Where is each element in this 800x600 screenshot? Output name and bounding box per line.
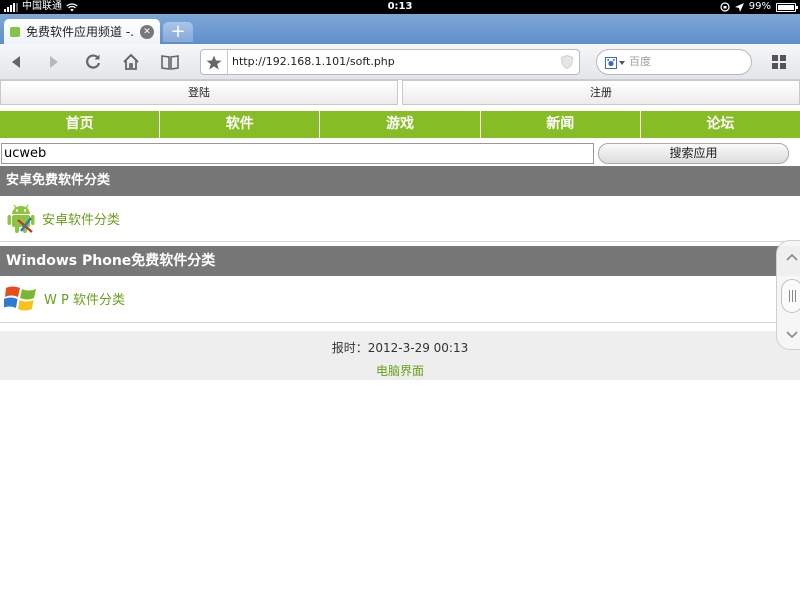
scroll-down-button[interactable]	[782, 325, 800, 345]
favicon-icon	[10, 26, 20, 37]
tab-bar: 免费软件应用频道 -... ✕ +	[0, 14, 800, 44]
app-search-row: ucweb 搜索应用	[0, 142, 800, 166]
android-icon	[7, 204, 35, 233]
chevron-down-icon	[786, 331, 798, 339]
url-text: http://192.168.1.101/soft.php	[232, 55, 395, 68]
page-footer: 报时：2012-3-29 00:13 电脑界面	[0, 331, 800, 380]
wp-section-header: Windows Phone免费软件分类	[0, 246, 800, 276]
search-apps-button[interactable]: 搜索应用	[598, 143, 789, 164]
browser-toolbar: http://192.168.1.101/soft.php 百度	[0, 44, 800, 80]
address-bar[interactable]: http://192.168.1.101/soft.php	[200, 49, 580, 75]
register-button[interactable]: 注册	[402, 80, 800, 105]
report-time: 报时：2012-3-29 00:13	[331, 341, 469, 355]
desktop-view-link[interactable]: 电脑界面	[0, 362, 800, 379]
bookmarks-button[interactable]	[158, 50, 182, 74]
star-icon	[206, 55, 222, 69]
tab-title: 免费软件应用频道 -...	[26, 25, 134, 39]
rotation-lock-icon	[720, 2, 730, 12]
home-icon	[123, 53, 139, 70]
bookmark-star-button[interactable]	[201, 50, 228, 74]
battery-percent: 99%	[748, 1, 771, 12]
battery-icon	[776, 2, 798, 12]
refresh-icon	[86, 54, 101, 69]
login-button[interactable]: 登陆	[0, 80, 398, 105]
status-bar: 中国联通 0:13 99%	[0, 0, 800, 14]
android-section: 安卓软件分类	[0, 196, 800, 242]
nav-home[interactable]: 首页	[0, 111, 161, 138]
browser-tab[interactable]: 免费软件应用频道 -... ✕	[4, 19, 160, 44]
nav-games[interactable]: 游戏	[320, 111, 481, 138]
main-nav: 首页 软件 游戏 新闻 论坛	[0, 111, 800, 138]
forward-icon	[50, 56, 58, 68]
scroll-handle[interactable]	[781, 279, 800, 313]
page-scroll-widget	[776, 240, 800, 350]
android-section-header: 安卓免费软件分类	[0, 166, 800, 196]
search-engine-placeholder: 百度	[629, 55, 651, 68]
baidu-icon	[605, 56, 617, 69]
search-engine-selector[interactable]	[605, 56, 627, 69]
shield-icon	[561, 55, 573, 69]
book-icon	[161, 55, 179, 70]
tabs-grid-button[interactable]	[767, 50, 791, 74]
back-icon	[12, 56, 20, 68]
new-tab-button[interactable]: +	[163, 22, 193, 42]
close-tab-icon[interactable]: ✕	[140, 24, 154, 39]
app-search-input[interactable]: ucweb	[1, 143, 594, 164]
clock: 0:13	[387, 1, 413, 12]
wp-category-label: W P 软件分类	[44, 292, 125, 308]
android-category-label: 安卓软件分类	[42, 212, 121, 228]
nav-news[interactable]: 新闻	[481, 111, 641, 138]
account-row: 登陆 注册	[0, 80, 800, 106]
nav-forum[interactable]: 论坛	[641, 111, 800, 138]
dropdown-arrow-icon	[619, 60, 625, 65]
home-button[interactable]	[119, 50, 143, 74]
android-category-link[interactable]: 安卓软件分类	[4, 201, 120, 235]
refresh-button[interactable]	[81, 50, 105, 74]
nav-software[interactable]: 软件	[160, 111, 321, 138]
wp-category-link[interactable]: W P 软件分类	[4, 280, 125, 316]
forward-button[interactable]	[42, 50, 66, 74]
location-icon	[734, 2, 744, 12]
windows-icon	[4, 286, 36, 311]
wp-section: W P 软件分类	[0, 276, 800, 323]
search-engine-box[interactable]: 百度	[596, 49, 752, 75]
chevron-up-icon	[786, 253, 798, 261]
back-button[interactable]	[4, 50, 28, 74]
grid-icon	[772, 55, 786, 69]
scroll-up-button[interactable]	[782, 247, 800, 267]
